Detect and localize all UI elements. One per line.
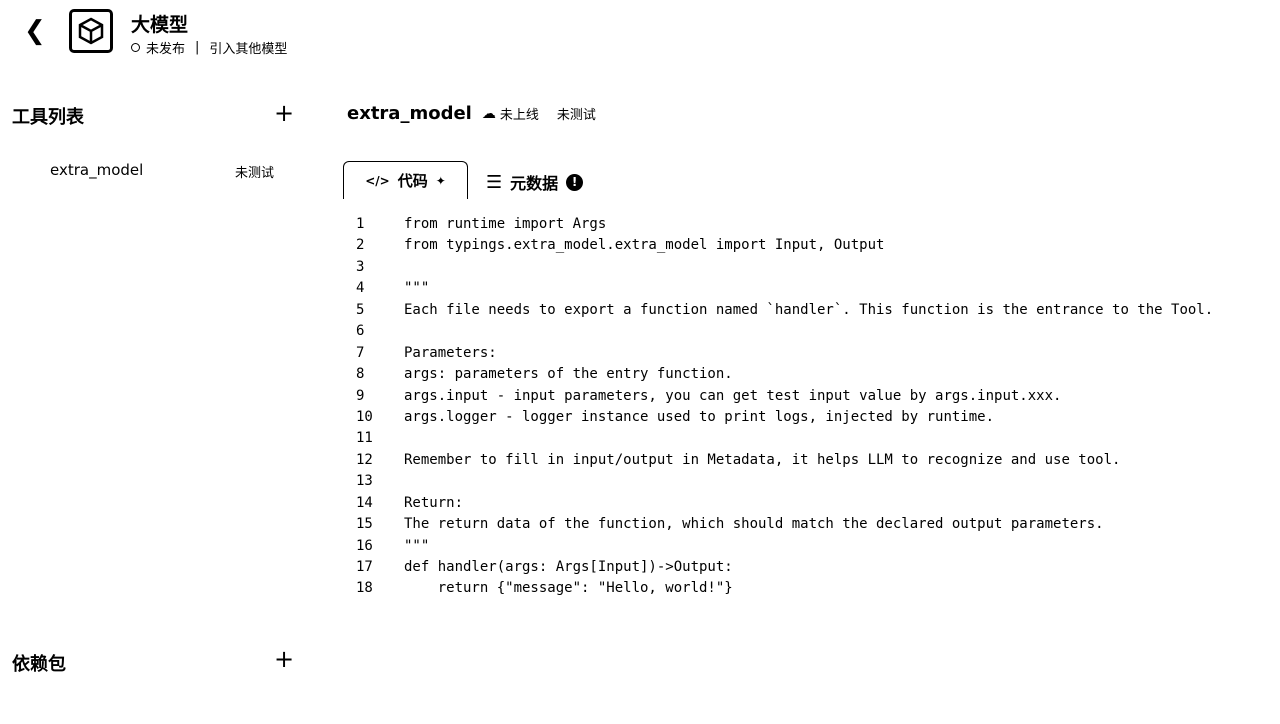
code-text: args.input - input parameters, you can g…: [404, 387, 1062, 404]
back-button[interactable]: ❮: [24, 16, 46, 46]
code-line: 14 Return:: [350, 493, 1213, 514]
deps-title: 依赖包: [12, 654, 66, 675]
page-title: 大模型: [131, 14, 189, 36]
line-number: 10: [356, 408, 373, 425]
sliders-icon: ☰: [486, 171, 503, 193]
tool-item-status: 未测试: [235, 166, 275, 181]
sparkle-icon: ✦: [435, 173, 446, 188]
code-line: 13: [350, 471, 1213, 492]
code-text: from typings.extra_model.extra_model imp…: [404, 237, 885, 254]
deploy-status: 未上线: [499, 108, 539, 123]
code-text: Return:: [404, 494, 464, 511]
code-line: 6: [350, 321, 1213, 342]
code-text: def handler(args: Args[Input])->Output:: [404, 559, 733, 575]
code-line: 17 def handler(args: Args[Input])->Output…: [350, 557, 1213, 578]
line-number: 9: [356, 387, 365, 404]
code-text: args.logger - logger instance used to pr…: [404, 408, 995, 425]
publish-status: 未发布: [146, 42, 186, 57]
code-editor[interactable]: 1 from runtime import Args 2 from typings.e…: [350, 214, 1213, 600]
code-line: 18 return {"message": "Hello, world!"}: [350, 578, 1213, 599]
line-number: 12: [356, 451, 373, 468]
line-number: 5: [356, 301, 365, 318]
status-dot-icon: [131, 43, 140, 52]
line-number: 2: [356, 237, 365, 254]
code-line: 4 """: [350, 278, 1213, 299]
tools-title: 工具列表: [12, 107, 84, 128]
line-number: 1: [356, 216, 365, 232]
test-status: 未测试: [556, 108, 596, 123]
code-line: 12 Remember to fill in input/output in Me…: [350, 450, 1213, 471]
code-text: from runtime import Args: [404, 216, 607, 232]
tool-title: extra_model: [347, 103, 472, 124]
add-dependency-button[interactable]: +: [274, 647, 294, 671]
code-line: 3: [350, 257, 1213, 278]
tool-header: extra_model ☁ 未上线 未测试: [347, 103, 596, 124]
code-text: return {"message": "Hello, world!"}: [404, 580, 733, 597]
line-number: 18: [356, 580, 373, 597]
code-line: 8 args: parameters of the entry function.: [350, 364, 1213, 385]
tool-item-name[interactable]: extra_model: [50, 161, 143, 179]
divider: |: [195, 40, 200, 55]
code-line: 10 args.logger - logger instance used to …: [350, 407, 1213, 428]
code-text: """: [404, 537, 430, 554]
info-icon: !: [566, 173, 584, 191]
code-text: """: [404, 280, 430, 297]
code-text: Remember to fill in input/output in Meta…: [404, 451, 1121, 468]
code-line: 7 Parameters:: [350, 343, 1213, 364]
code-line: 9 args.input - input parameters, you can …: [350, 386, 1213, 407]
code-line: 5 Each file needs to export a function na…: [350, 300, 1213, 321]
code-text: Each file needs to export a function nam…: [404, 301, 1214, 318]
cube-icon: [69, 9, 113, 53]
line-number: 4: [356, 280, 365, 297]
code-line: 15 The return data of the function, which…: [350, 514, 1213, 535]
line-number: 14: [356, 494, 373, 511]
tab-code[interactable]: </> 代码 ✦: [343, 161, 468, 199]
code-text: The return data of the function, which s…: [404, 516, 1104, 533]
tab-metadata[interactable]: ☰ 元数据 !: [486, 170, 584, 194]
tab-code-label: 代码: [397, 172, 428, 190]
tab-metadata-label: 元数据: [510, 174, 559, 193]
cloud-icon: ☁: [481, 105, 496, 122]
line-number: 11: [356, 430, 373, 447]
import-models-link[interactable]: 引入其他模型: [209, 38, 287, 57]
line-number: 6: [356, 323, 365, 340]
code-line: 2 from typings.extra_model.extra_model im…: [350, 235, 1213, 256]
code-icon: </>: [365, 173, 390, 188]
line-number: 8: [356, 366, 365, 383]
add-tool-button[interactable]: +: [274, 101, 294, 125]
code-line: 11: [350, 428, 1213, 449]
code-text: Parameters:: [404, 344, 497, 361]
line-number: 17: [356, 559, 373, 575]
code-line: 16 """: [350, 536, 1213, 557]
line-number: 7: [356, 344, 365, 361]
code-text: args: parameters of the entry function.: [404, 366, 733, 383]
line-number: 16: [356, 537, 373, 554]
line-number: 13: [356, 473, 373, 490]
line-number: 15: [356, 516, 373, 533]
code-line: 1 from runtime import Args: [350, 214, 1213, 235]
line-number: 3: [356, 258, 365, 275]
plugin-subtitle: 未发布 | 引入其他模型: [131, 38, 287, 57]
